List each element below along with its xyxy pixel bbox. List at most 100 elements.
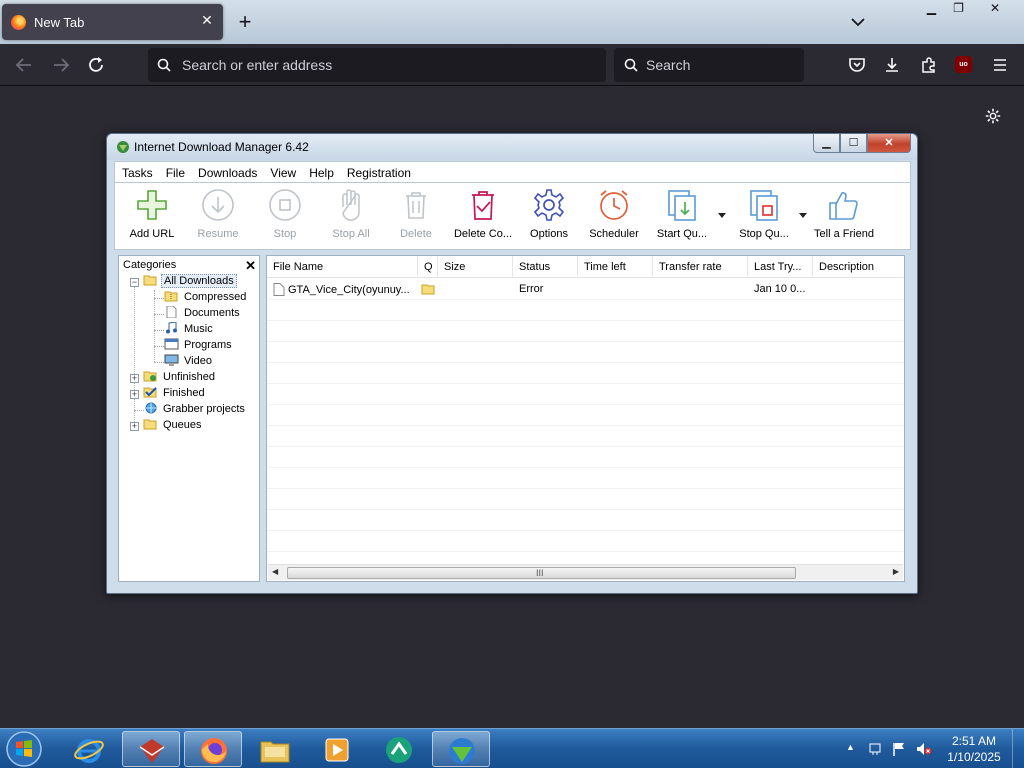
- tell-a-friend-button[interactable]: Tell a Friend: [809, 187, 879, 247]
- pocket-icon[interactable]: [847, 55, 867, 75]
- file-explorer-taskbar-button[interactable]: [246, 731, 304, 767]
- winrar-taskbar-button[interactable]: [122, 731, 180, 767]
- category-music[interactable]: Music: [164, 322, 215, 338]
- add-url-button[interactable]: Add URL: [121, 187, 183, 247]
- address-bar[interactable]: Search or enter address: [148, 48, 606, 82]
- table-row[interactable]: GTA_Vice_City(oyunuy... Error Jan 10 0..…: [267, 279, 904, 300]
- messenger-taskbar-button[interactable]: [370, 731, 428, 767]
- tab-new-tab[interactable]: New Tab ✕: [2, 4, 223, 40]
- download-list-header: File Name Q Size Status Time left Transf…: [267, 256, 904, 278]
- resume-button[interactable]: Resume: [187, 187, 249, 247]
- stop-button[interactable]: Stop: [255, 187, 315, 247]
- action-center-flag-icon[interactable]: [868, 741, 884, 757]
- category-grabber-projects[interactable]: Grabber projects: [143, 402, 247, 418]
- search-bar[interactable]: Search: [614, 48, 804, 82]
- forward-arrow-icon[interactable]: [49, 53, 73, 77]
- col-time-left[interactable]: Time left: [578, 256, 653, 278]
- media-player-taskbar-button[interactable]: [308, 731, 366, 767]
- stop-queue-dropdown-icon[interactable]: [799, 213, 807, 219]
- col-description[interactable]: Description: [813, 256, 904, 278]
- col-last-try[interactable]: Last Try...: [748, 256, 813, 278]
- close-categories-icon[interactable]: ✕: [245, 258, 256, 274]
- category-queues[interactable]: Queues: [143, 418, 204, 434]
- close-window-button[interactable]: ✕: [972, 0, 1018, 18]
- internet-explorer-taskbar-button[interactable]: [60, 731, 118, 767]
- close-tab-icon[interactable]: ✕: [199, 12, 215, 28]
- category-video[interactable]: Video: [164, 354, 214, 370]
- start-queue-dropdown-icon[interactable]: [718, 213, 726, 219]
- internet-explorer-icon: [74, 739, 104, 763]
- document-icon: [166, 306, 177, 318]
- category-documents[interactable]: Documents: [164, 306, 242, 322]
- idm-taskbar-button[interactable]: [432, 731, 490, 767]
- row-time-left: [578, 279, 653, 300]
- show-desktop-button[interactable]: [1012, 729, 1024, 768]
- ublock-origin-icon[interactable]: uo: [955, 56, 972, 73]
- start-queue-button[interactable]: Start Qu...: [649, 187, 715, 247]
- reload-icon[interactable]: [84, 53, 108, 77]
- extensions-puzzle-icon[interactable]: [919, 55, 939, 75]
- firefox-icon: [201, 738, 227, 764]
- program-window-icon: [164, 338, 179, 350]
- options-button[interactable]: Options: [521, 187, 577, 247]
- category-unfinished[interactable]: Unfinished: [143, 370, 217, 386]
- horizontal-scrollbar[interactable]: ◀ III ▶: [268, 564, 903, 580]
- scheduler-button[interactable]: Scheduler: [583, 187, 645, 247]
- gear-icon[interactable]: [984, 107, 1002, 125]
- search-placeholder: Search: [646, 57, 691, 73]
- scrollbar-thumb[interactable]: III: [287, 567, 796, 579]
- col-file-name[interactable]: File Name: [267, 256, 418, 278]
- menu-tasks[interactable]: Tasks: [115, 162, 159, 182]
- menu-file[interactable]: File: [159, 162, 191, 182]
- scroll-right-arrow-icon[interactable]: ▶: [893, 567, 899, 576]
- taskbar-clock[interactable]: 2:51 AM 1/10/2025: [938, 733, 1010, 765]
- delete-completed-button[interactable]: Delete Co...: [449, 187, 517, 247]
- idm-minimize-button[interactable]: ▁: [813, 134, 840, 153]
- idm-menu-bar: Tasks File Downloads View Help Registrat…: [114, 161, 911, 183]
- expand-finished-icon[interactable]: +: [130, 390, 139, 399]
- hamburger-menu-icon[interactable]: [990, 55, 1010, 75]
- windows-start-icon[interactable]: [4, 730, 44, 768]
- menu-help[interactable]: Help: [302, 162, 340, 182]
- new-tab-button[interactable]: +: [232, 9, 258, 35]
- downloads-icon[interactable]: [882, 55, 902, 75]
- chevron-down-icon[interactable]: [848, 12, 868, 32]
- delete-button[interactable]: Delete: [387, 187, 445, 247]
- expand-unfinished-icon[interactable]: +: [130, 374, 139, 383]
- idm-maximize-button[interactable]: ☐: [840, 134, 867, 153]
- menu-registration[interactable]: Registration: [340, 162, 417, 182]
- category-programs[interactable]: Programs: [164, 338, 234, 354]
- show-hidden-icons-icon[interactable]: ▲: [846, 742, 862, 758]
- category-finished[interactable]: Finished: [143, 386, 207, 402]
- scroll-left-arrow-icon[interactable]: ◀: [272, 567, 278, 576]
- back-arrow-icon[interactable]: [12, 53, 36, 77]
- restore-button[interactable]: ❐: [945, 0, 972, 18]
- firefox-tab-bar: New Tab ✕ + ▁ ❐ ✕: [0, 0, 1024, 44]
- collapse-all-downloads-icon[interactable]: −: [130, 278, 139, 287]
- category-all-downloads[interactable]: All Downloads: [143, 274, 237, 290]
- stop-all-icon: [342, 189, 360, 221]
- menu-view[interactable]: View: [263, 162, 302, 182]
- idm-window: Internet Download Manager 6.42 ▁ ☐ ✕ Tas…: [106, 133, 918, 594]
- options-label: Options: [530, 228, 568, 240]
- menu-downloads[interactable]: Downloads: [191, 162, 263, 182]
- volume-muted-icon[interactable]: [916, 741, 932, 757]
- firefox-taskbar-button[interactable]: [184, 731, 242, 767]
- messenger-icon: [386, 737, 412, 763]
- minimize-button[interactable]: ▁: [918, 0, 945, 18]
- clock-date: 1/10/2025: [947, 750, 1001, 764]
- category-compressed[interactable]: Compressed: [164, 290, 248, 306]
- stop-all-button[interactable]: Stop All: [321, 187, 381, 247]
- idm-title: Internet Download Manager 6.42: [134, 140, 309, 154]
- col-queue[interactable]: Q: [418, 256, 438, 278]
- idm-logo-icon: [117, 141, 129, 153]
- expand-queues-icon[interactable]: +: [130, 422, 139, 431]
- search-icon: [624, 58, 638, 72]
- col-status[interactable]: Status: [513, 256, 578, 278]
- col-size[interactable]: Size: [438, 256, 513, 278]
- stop-queue-button[interactable]: Stop Qu...: [731, 187, 797, 247]
- idm-title-bar[interactable]: Internet Download Manager 6.42 ▁ ☐ ✕: [107, 134, 917, 160]
- flag-icon[interactable]: [891, 741, 907, 757]
- idm-close-button[interactable]: ✕: [867, 134, 911, 153]
- col-transfer-rate[interactable]: Transfer rate: [653, 256, 748, 278]
